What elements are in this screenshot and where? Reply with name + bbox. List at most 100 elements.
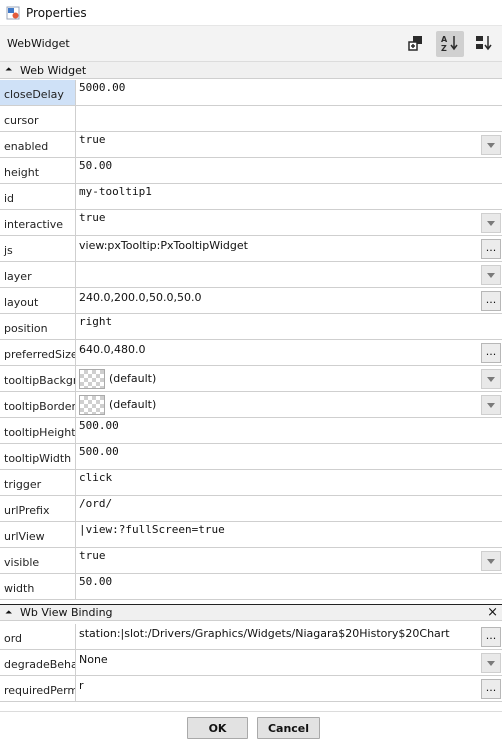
dialog-footer: OK Cancel: [0, 711, 502, 739]
property-row-degradebehavior[interactable]: degradeBehaviorNone: [0, 650, 502, 676]
brush-swatch[interactable]: [79, 394, 105, 415]
collapse-icon[interactable]: ⏶: [5, 608, 15, 618]
property-row-urlview[interactable]: urlView |view:?fullScreen=true: [0, 522, 502, 548]
property-name: height: [0, 158, 76, 183]
dropdown-button[interactable]: [481, 135, 501, 155]
property-row-id[interactable]: id my-tooltip1: [0, 184, 502, 210]
property-value-field[interactable]: click: [77, 470, 502, 495]
property-name: enabled: [0, 132, 76, 157]
property-row-enabled[interactable]: enabled true: [0, 132, 502, 158]
property-value-field[interactable]: station:|slot:/Drivers/Graphics/Widgets/…: [77, 624, 502, 649]
property-name: ord: [0, 624, 76, 649]
chevron-down-icon: [487, 402, 495, 408]
title-bar: Properties: [0, 0, 502, 26]
sort-alphabetical-button[interactable]: A Z: [436, 31, 464, 57]
property-value-field[interactable]: (default): [77, 392, 502, 417]
property-name: degradeBehavior: [0, 650, 76, 675]
property-row-position[interactable]: position right: [0, 314, 502, 340]
dropdown-button[interactable]: [481, 369, 501, 389]
property-value-field[interactable]: true: [77, 548, 502, 573]
property-name: cursor: [0, 106, 76, 131]
property-name: urlView: [0, 522, 76, 547]
property-row-requiredpermissions[interactable]: requiredPermissionsr...: [0, 676, 502, 702]
property-row-tooltipbackground[interactable]: tooltipBackground (default): [0, 366, 502, 392]
property-row-ord[interactable]: ord station:|slot:/Drivers/Graphics/Widge…: [0, 624, 502, 650]
property-row-width[interactable]: width 50.00: [0, 574, 502, 600]
property-row-cursor[interactable]: cursor: [0, 106, 502, 132]
property-value-field[interactable]: 500.00: [77, 444, 502, 469]
section-header-wb-view-binding[interactable]: ⏶ Wb View Binding ×: [0, 604, 502, 621]
property-name: layout: [0, 288, 76, 313]
property-row-layout[interactable]: layout 240.0,200.0,50.0,50.0...: [0, 288, 502, 314]
chevron-down-icon: [487, 660, 495, 666]
property-value-field[interactable]: |view:?fullScreen=true: [77, 522, 502, 547]
property-row-preferredsize[interactable]: preferredSize 640.0,480.0...: [0, 340, 502, 366]
property-value-field[interactable]: true: [77, 132, 502, 157]
property-row-tooltipheight[interactable]: tooltipHeight 500.00: [0, 418, 502, 444]
property-value-field[interactable]: r: [77, 676, 502, 701]
close-section-icon[interactable]: ×: [487, 605, 498, 620]
window-title: Properties: [26, 5, 87, 20]
property-value-field[interactable]: 50.00: [77, 158, 502, 183]
property-value-field[interactable]: true: [77, 210, 502, 235]
property-name: layer: [0, 262, 76, 287]
property-row-closedelay[interactable]: closeDelay 5000.00: [0, 80, 502, 106]
sort-slot-order-button[interactable]: [470, 31, 498, 57]
property-name: js: [0, 236, 76, 261]
property-row-tooltipwidth[interactable]: tooltipWidth 500.00: [0, 444, 502, 470]
collapse-icon[interactable]: ⏶: [5, 65, 15, 75]
property-name: requiredPermissions: [0, 676, 76, 701]
ok-button[interactable]: OK: [187, 717, 248, 739]
property-value-text: (default): [109, 372, 157, 385]
dropdown-button[interactable]: [481, 213, 501, 233]
property-value-field[interactable]: [77, 106, 502, 131]
property-value-field[interactable]: [77, 262, 502, 287]
property-name: width: [0, 574, 76, 599]
property-value-field[interactable]: 640.0,480.0: [77, 340, 502, 365]
property-row-tooltipborder[interactable]: tooltipBorder (default): [0, 392, 502, 418]
property-value-field[interactable]: 50.00: [77, 574, 502, 599]
add-slot-button[interactable]: [402, 31, 430, 57]
dropdown-button[interactable]: [481, 265, 501, 285]
property-value-text: (default): [109, 398, 157, 411]
property-name: urlPrefix: [0, 496, 76, 521]
property-row-height[interactable]: height 50.00: [0, 158, 502, 184]
section-title: Wb View Binding: [20, 606, 113, 619]
properties-app-icon: [6, 6, 20, 20]
dropdown-button[interactable]: [481, 551, 501, 571]
brush-swatch[interactable]: [79, 368, 105, 389]
section-header-web-widget[interactable]: ⏶ Web Widget: [0, 62, 502, 79]
dropdown-button[interactable]: [481, 395, 501, 415]
add-slot-icon: [407, 34, 425, 55]
toolbar-tools: A Z: [396, 31, 498, 57]
property-value-field[interactable]: view:pxTooltip:PxTooltipWidget: [77, 236, 502, 261]
chevron-down-icon: [487, 220, 495, 226]
edit-ellipsis-button[interactable]: ...: [481, 627, 501, 647]
property-value-field[interactable]: None: [77, 650, 502, 675]
edit-ellipsis-button[interactable]: ...: [481, 239, 501, 259]
edit-ellipsis-button[interactable]: ...: [481, 679, 501, 699]
property-row-layer[interactable]: layer: [0, 262, 502, 288]
chevron-down-icon: [487, 272, 495, 278]
property-name: position: [0, 314, 76, 339]
property-row-trigger[interactable]: trigger click: [0, 470, 502, 496]
property-value-field[interactable]: /ord/: [77, 496, 502, 521]
property-name: visible: [0, 548, 76, 573]
property-name: tooltipBackground: [0, 366, 76, 391]
property-row-interactive[interactable]: interactive true: [0, 210, 502, 236]
property-row-js[interactable]: js view:pxTooltip:PxTooltipWidget...: [0, 236, 502, 262]
property-value-field[interactable]: right: [77, 314, 502, 339]
edit-ellipsis-button[interactable]: ...: [481, 343, 501, 363]
property-row-visible[interactable]: visible true: [0, 548, 502, 574]
property-value-field[interactable]: 5000.00: [77, 80, 502, 105]
section-title: Web Widget: [20, 63, 87, 77]
property-value-field[interactable]: (default): [77, 366, 502, 391]
cancel-button[interactable]: Cancel: [257, 717, 320, 739]
chevron-down-icon: [487, 142, 495, 148]
property-value-field[interactable]: my-tooltip1: [77, 184, 502, 209]
edit-ellipsis-button[interactable]: ...: [481, 291, 501, 311]
property-value-field[interactable]: 500.00: [77, 418, 502, 443]
dropdown-button[interactable]: [481, 653, 501, 673]
property-row-urlprefix[interactable]: urlPrefix/ord/: [0, 496, 502, 522]
property-value-field[interactable]: 240.0,200.0,50.0,50.0: [77, 288, 502, 313]
